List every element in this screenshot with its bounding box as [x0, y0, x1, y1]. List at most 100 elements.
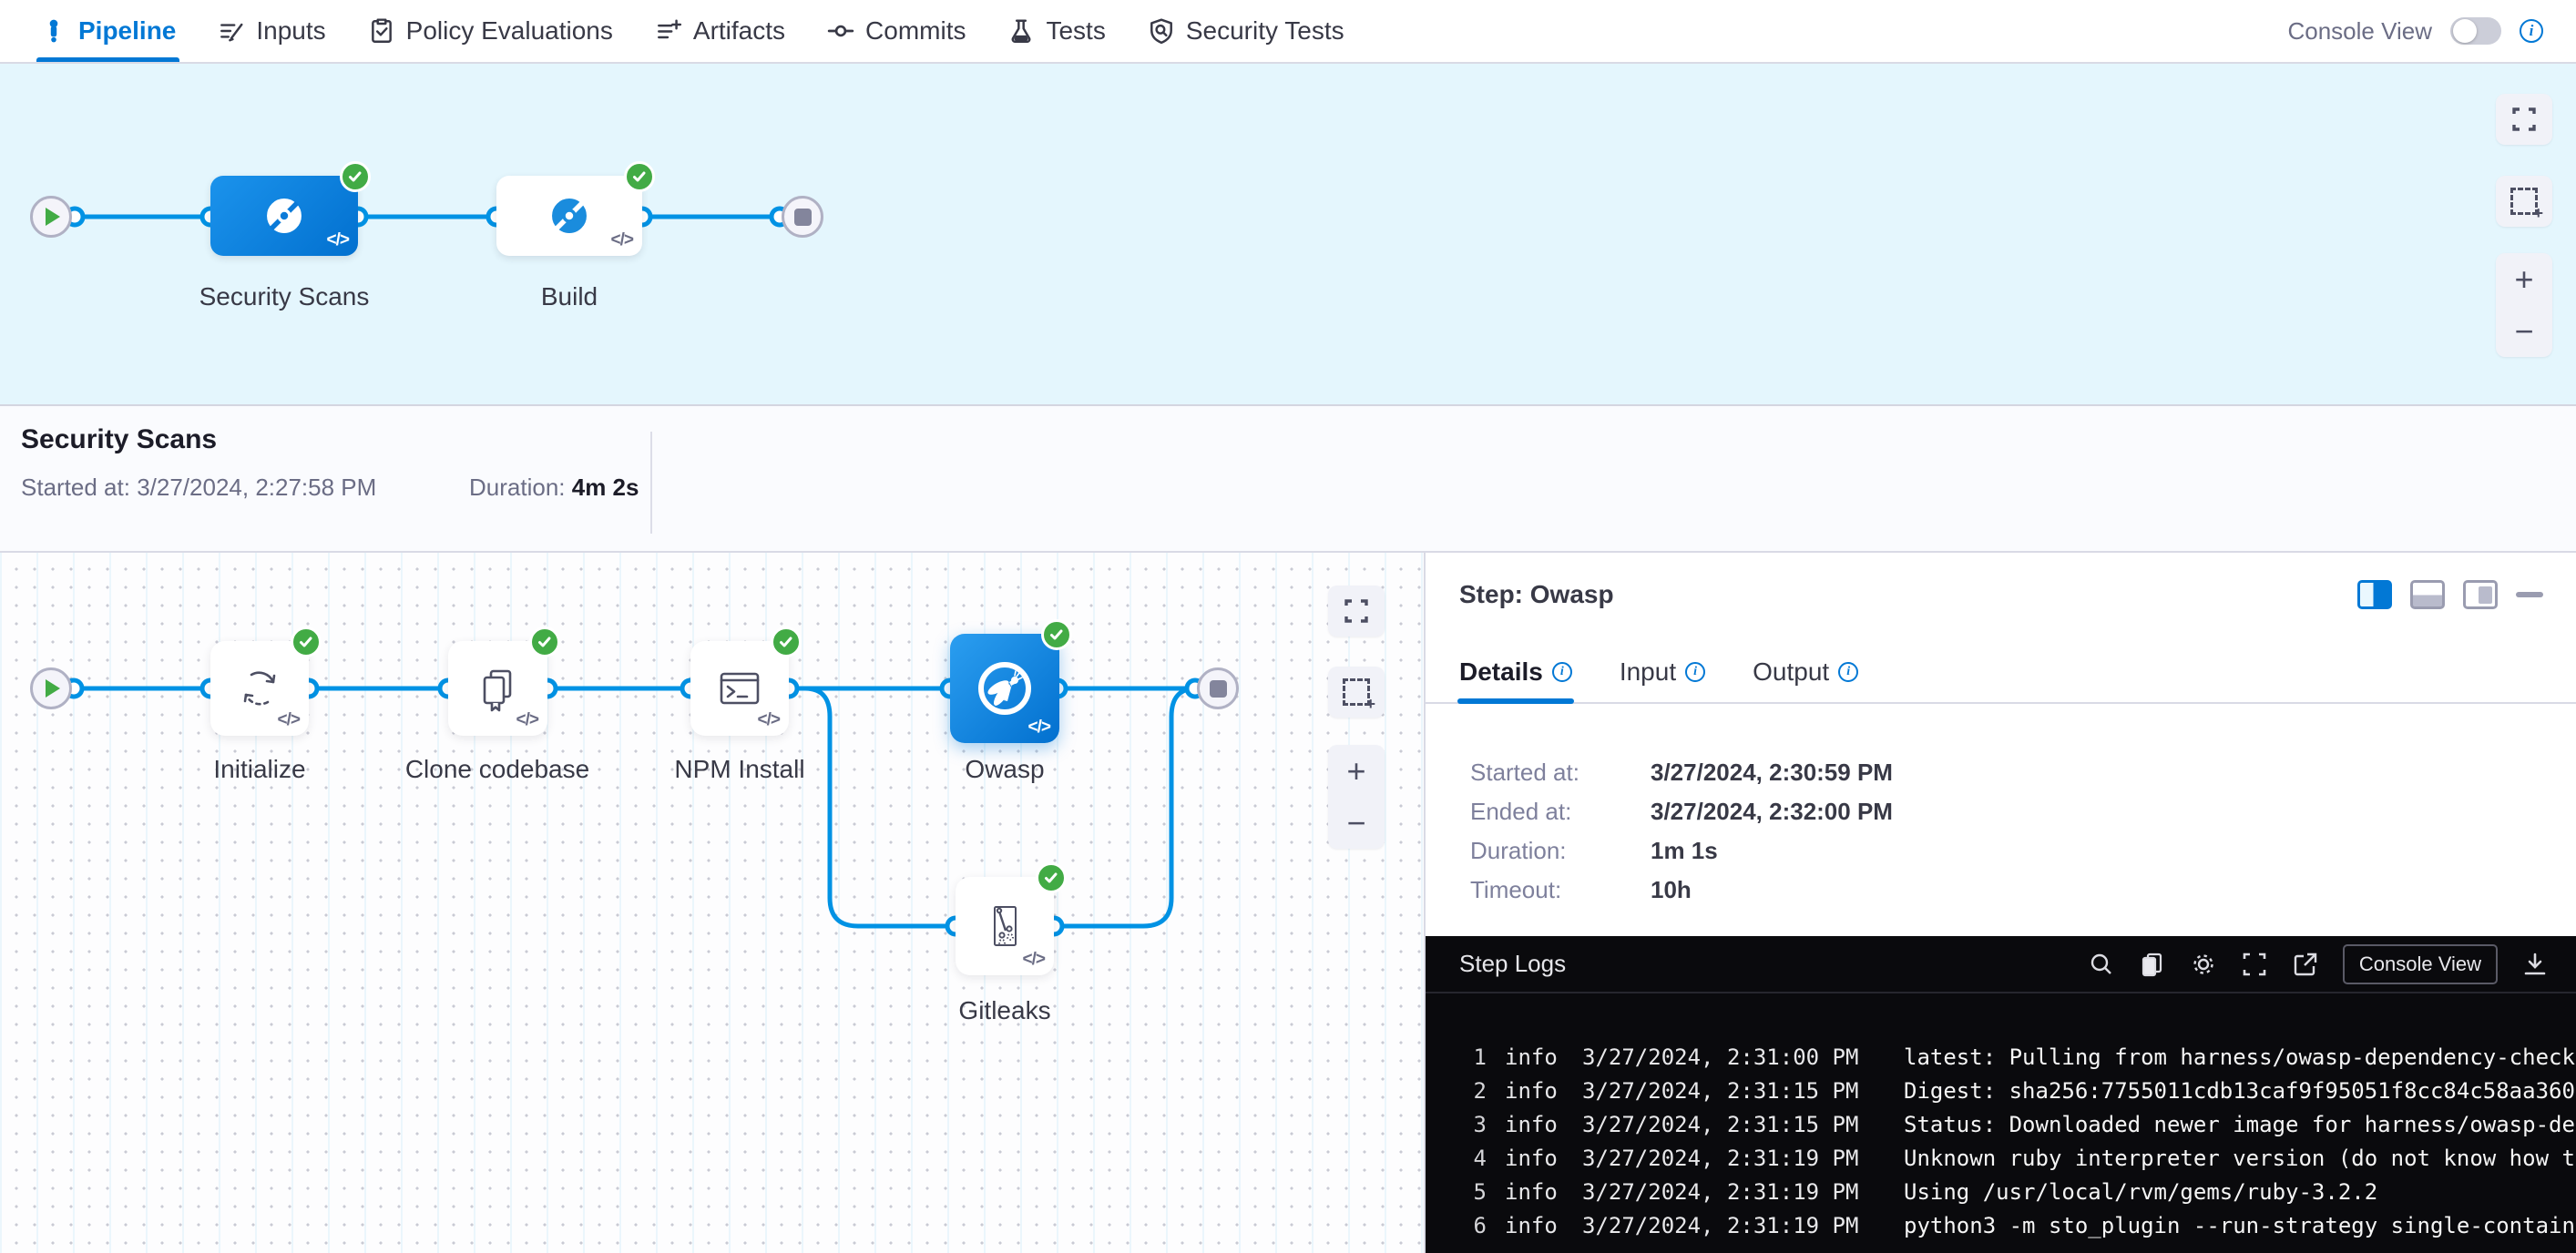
nav-tab-label: Commits — [865, 16, 966, 46]
marquee-select-icon[interactable] — [2496, 176, 2552, 227]
zoom-controls: + − — [1328, 745, 1385, 849]
tab-inputs[interactable]: Inputs — [218, 0, 325, 62]
step-node-initialize[interactable]: </> — [210, 641, 309, 736]
stage-graph-canvas[interactable]: </> </> Security Scans Build + − — [0, 64, 2576, 404]
step-node-owasp[interactable]: </> — [950, 634, 1059, 743]
stage-connectors — [0, 64, 874, 404]
nav-tab-label: Pipeline — [78, 16, 176, 46]
step-label[interactable]: Gitleaks — [941, 996, 1068, 1025]
zoom-out-button[interactable]: − — [1328, 797, 1385, 849]
search-icon[interactable] — [2088, 951, 2115, 978]
tab-policy-evaluations[interactable]: Policy Evaluations — [368, 0, 613, 62]
step-details-table: Started at: 3/27/2024, 2:30:59 PM Ended … — [1426, 706, 2576, 910]
step-node-npm-install[interactable]: </> — [690, 641, 789, 736]
minimize-dash-icon[interactable] — [2516, 592, 2543, 597]
stage-label[interactable]: Build — [478, 282, 660, 311]
success-badge-icon — [771, 626, 802, 657]
step-details-panel: Step: Owasp Detailsi Inputi Outputi — [1424, 553, 2576, 1253]
stage-title: Security Scans — [21, 424, 2576, 455]
step-label[interactable]: Initialize — [196, 755, 323, 784]
log-line: 1info3/27/2024, 2:31:00 PMlatest: Pullin… — [1459, 1044, 2576, 1078]
tab-security-tests[interactable]: Security Tests — [1148, 0, 1344, 62]
success-badge-icon — [529, 626, 560, 657]
tab-details[interactable]: Detailsi — [1459, 642, 1572, 702]
split-right-view-icon[interactable] — [2357, 580, 2392, 609]
nav-tab-label: Tests — [1046, 16, 1105, 46]
detail-row: Ended at: 3/27/2024, 2:32:00 PM — [1470, 792, 2576, 831]
info-icon[interactable]: i — [1552, 662, 1572, 682]
nav-tabs: Pipeline Inputs Policy Evaluations A — [40, 0, 1344, 62]
tab-tests[interactable]: Tests — [1007, 0, 1105, 62]
code-glyph: </> — [758, 710, 780, 730]
console-view-label: Console View — [2287, 17, 2432, 46]
download-icon[interactable] — [2521, 951, 2549, 978]
zoom-in-button[interactable]: + — [2496, 253, 2552, 305]
open-in-new-icon[interactable] — [2292, 951, 2319, 978]
code-glyph: </> — [611, 230, 633, 250]
stage-duration: Duration: 4m 2s — [469, 474, 639, 502]
top-navbar: Pipeline Inputs Policy Evaluations A — [0, 0, 2576, 64]
detail-row: Started at: 3/27/2024, 2:30:59 PM — [1470, 753, 2576, 792]
tab-output[interactable]: Outputi — [1753, 642, 1858, 702]
marquee-select-icon[interactable] — [1328, 667, 1385, 718]
success-badge-icon — [1036, 862, 1067, 893]
stop-icon — [1210, 680, 1227, 698]
success-badge-icon — [1041, 619, 1072, 650]
gear-icon[interactable] — [2190, 951, 2217, 978]
sync-icon — [234, 663, 285, 714]
step-label[interactable]: Clone codebase — [397, 755, 598, 784]
step-logs-header: Step Logs — [1426, 936, 2576, 993]
stage-start-node — [30, 196, 72, 238]
play-icon — [46, 679, 60, 698]
step-logs-section: Step Logs — [1426, 936, 2576, 1253]
stage-node-security-scans[interactable]: </> — [210, 176, 358, 256]
step-graph-canvas[interactable]: </> </> — [0, 553, 1424, 1253]
info-icon[interactable]: i — [2520, 19, 2543, 43]
success-badge-icon — [624, 161, 655, 192]
step-panel-tabs: Detailsi Inputi Outputi — [1426, 642, 2576, 704]
inputs-icon — [218, 17, 245, 45]
commits-icon — [827, 17, 854, 45]
owasp-icon — [971, 655, 1038, 722]
success-badge-icon — [291, 626, 322, 657]
info-icon[interactable]: i — [1838, 662, 1858, 682]
fullscreen-icon[interactable] — [1328, 586, 1385, 637]
nav-tab-label: Inputs — [256, 16, 325, 46]
zoom-controls: + − — [2496, 253, 2552, 357]
fullscreen-icon[interactable] — [2241, 951, 2268, 978]
step-node-clone-codebase[interactable]: </> — [448, 641, 547, 736]
console-view-toggle[interactable] — [2450, 17, 2501, 45]
tab-commits[interactable]: Commits — [827, 0, 966, 62]
stage-node-build[interactable]: </> — [496, 176, 642, 256]
step-logs-title: Step Logs — [1459, 950, 1566, 978]
zoom-out-button[interactable]: − — [2496, 305, 2552, 357]
copy-icon[interactable] — [2139, 951, 2166, 978]
toggle-knob — [2453, 19, 2477, 43]
floating-view-icon[interactable] — [2463, 580, 2498, 609]
info-icon[interactable]: i — [1685, 662, 1705, 682]
tests-icon — [1007, 17, 1035, 45]
success-badge-icon — [340, 161, 371, 192]
step-label[interactable]: NPM Install — [667, 755, 813, 784]
tab-artifacts[interactable]: Artifacts — [655, 0, 785, 62]
log-line: 4info3/27/2024, 2:31:19 PMUnknown ruby i… — [1459, 1146, 2576, 1179]
code-glyph: </> — [1023, 950, 1045, 970]
code-glyph: </> — [327, 230, 349, 250]
tab-pipeline[interactable]: Pipeline — [40, 0, 176, 62]
fullscreen-icon[interactable] — [2496, 94, 2552, 145]
nav-tab-label: Policy Evaluations — [406, 16, 613, 46]
tab-input[interactable]: Inputi — [1620, 642, 1705, 702]
log-console[interactable]: 1info3/27/2024, 2:31:00 PMlatest: Pullin… — [1426, 993, 2576, 1247]
step-node-gitleaks[interactable]: </> — [956, 877, 1054, 975]
console-view-button[interactable]: Console View — [2343, 944, 2498, 984]
zoom-in-button[interactable]: + — [1328, 745, 1385, 797]
step-label[interactable]: Owasp — [941, 755, 1068, 784]
nav-tab-label: Artifacts — [693, 16, 785, 46]
step-panel-title: Step: Owasp — [1459, 580, 1614, 609]
stage-label[interactable]: Security Scans — [192, 282, 376, 311]
code-glyph: </> — [516, 710, 538, 730]
nav-right-controls: Console View i — [2287, 17, 2543, 46]
stage-started-at: Started at: 3/27/2024, 2:27:58 PM — [21, 474, 376, 502]
divider — [650, 432, 652, 534]
split-bottom-view-icon[interactable] — [2410, 580, 2445, 609]
